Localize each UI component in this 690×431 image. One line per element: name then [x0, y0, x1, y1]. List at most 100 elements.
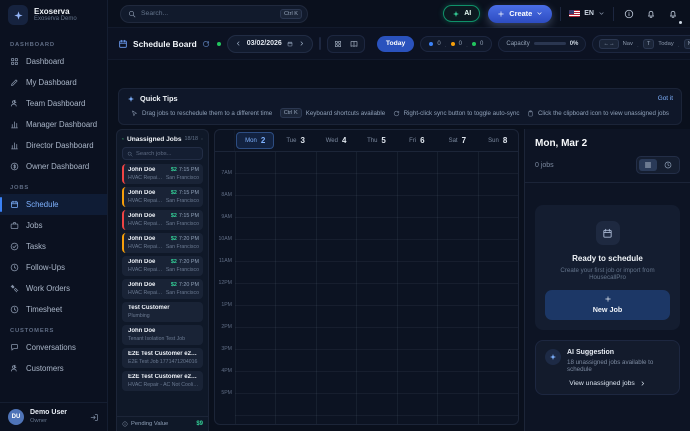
grid-layout-button[interactable]: [331, 38, 345, 50]
timeline-view-button[interactable]: [659, 159, 677, 171]
sync-button-icon[interactable]: [202, 40, 210, 48]
sidebar-item-tasks[interactable]: Tasks: [0, 236, 107, 257]
tip-drag: Drag jobs to reschedule them to a differ…: [131, 110, 272, 117]
day-column-sat[interactable]: [437, 152, 477, 424]
new-job-button[interactable]: New Job: [545, 290, 670, 320]
main-area: Ctrl K AI Create EN: [108, 0, 690, 431]
divider: [613, 7, 614, 21]
jobs-search-input[interactable]: [136, 151, 198, 157]
sidebar-item-schedule[interactable]: Schedule: [0, 194, 107, 215]
week-view-tab[interactable]: Week view: [320, 38, 321, 49]
separator: [466, 35, 468, 53]
sidebar-item-dashboard[interactable]: Dashboard: [0, 51, 107, 72]
brand-logo-icon: [8, 5, 28, 25]
sidebar-item-customers[interactable]: Customers: [0, 358, 107, 379]
chevron-right-icon: [639, 380, 646, 387]
job-card[interactable]: John Doe Tenant Isolation Test Job: [122, 325, 203, 345]
day-column-fri[interactable]: [397, 152, 437, 424]
sidebar-item-owner-dashboard[interactable]: Owner Dashboard: [0, 156, 107, 177]
ai-suggestion-title: AI Suggestion: [567, 349, 670, 356]
day-header-tue[interactable]: Tue3: [276, 132, 314, 149]
job-card[interactable]: John Doe$27:15 PM HVAC Repair 1771470957…: [122, 210, 203, 230]
bell-icon: [668, 9, 678, 19]
list-view-button[interactable]: [639, 159, 657, 171]
ctrl-k-badge: Ctrl K: [280, 108, 302, 118]
got-it-button[interactable]: Got it: [658, 95, 673, 102]
logout-icon[interactable]: [90, 413, 99, 422]
sidebar-item-manager-dashboard[interactable]: Manager Dashboard: [0, 114, 107, 135]
day-header-mon[interactable]: Mon2: [236, 132, 274, 149]
job-card[interactable]: E2E Test Customer e2e-cust-17714... E2E …: [122, 348, 203, 368]
chevron-down-icon: [598, 10, 605, 17]
job-card[interactable]: John Doe$27:20 PM HVAC Repair 1771471206…: [122, 279, 203, 299]
view-unassigned-link[interactable]: View unassigned jobs: [545, 380, 670, 387]
day-column-thu[interactable]: [356, 152, 396, 424]
job-card[interactable]: Test Customer Plumbing: [122, 302, 203, 322]
clipboard-icon: [122, 135, 124, 143]
day-header-sun[interactable]: Sun8: [479, 132, 517, 149]
tip-shortcuts: Ctrl KKeyboard shortcuts available: [280, 108, 385, 118]
ai-suggestion-text: 18 unassigned jobs available to schedule: [567, 359, 670, 373]
day-header-fri[interactable]: Fri6: [398, 132, 436, 149]
job-card[interactable]: John Doe$27:15 PM HVAC Repair 1771470957…: [122, 187, 203, 207]
ai-button[interactable]: AI: [443, 5, 480, 22]
sidebar-item-follow-ups[interactable]: Follow-Ups: [0, 257, 107, 278]
job-card[interactable]: John Doe$27:20 PM HVAC Repair 1771471206…: [122, 233, 203, 253]
unassigned-jobs-panel: Unassigned Jobs 18/18 John Doe$27:15 PM …: [116, 129, 209, 431]
today-button[interactable]: Today: [377, 36, 415, 52]
language-selector[interactable]: EN: [569, 10, 605, 17]
calendar-columns: [235, 152, 518, 424]
pending-value-amount: $9: [196, 421, 203, 427]
calendar-icon: [118, 39, 128, 49]
sidebar-item-director-dashboard[interactable]: Director Dashboard: [0, 135, 107, 156]
tip-sync: Right-click sync button to toggle auto-s…: [393, 110, 520, 117]
status-legend: 0 0 0: [420, 36, 492, 52]
global-search[interactable]: Ctrl K: [120, 5, 308, 23]
help-button[interactable]: [622, 7, 636, 21]
empty-state-title: Ready to schedule: [572, 254, 643, 263]
week-calendar: Mon2 Tue3 Wed4 Thu5 Fri6 Sat7 Sun8 6AM 7…: [214, 129, 519, 425]
notifications-button[interactable]: [666, 7, 680, 21]
day-column-wed[interactable]: [316, 152, 356, 424]
day-column-mon[interactable]: [235, 152, 275, 424]
map-layout-button[interactable]: [347, 38, 361, 50]
jobs-search[interactable]: [122, 147, 203, 160]
current-date[interactable]: 03/02/2026: [247, 40, 282, 47]
board-row: Unassigned Jobs 18/18 John Doe$27:15 PM …: [114, 129, 690, 431]
sidebar-item-team-dashboard[interactable]: Team Dashboard: [0, 93, 107, 114]
create-button[interactable]: Create: [488, 5, 552, 23]
job-card[interactable]: John Doe$27:20 PM HVAC Repair 1771471206…: [122, 256, 203, 276]
sidebar-item-jobs[interactable]: Jobs: [0, 215, 107, 236]
sidebar-item-conversations[interactable]: Conversations: [0, 337, 107, 358]
dollar-circle-icon: [10, 162, 19, 171]
calendar-icon[interactable]: [287, 41, 293, 47]
day-view-toggle: [636, 156, 680, 174]
info-icon: [624, 9, 634, 19]
user-menu[interactable]: DU Demo User Owner: [0, 402, 107, 431]
chevron-right-icon[interactable]: [298, 40, 305, 47]
empty-state-card: Ready to schedule Create your first job …: [535, 205, 680, 330]
search-input[interactable]: [141, 10, 275, 17]
job-card[interactable]: John Doe$27:15 PM HVAC Repair 1771470957…: [122, 164, 203, 184]
day-header-wed[interactable]: Wed4: [317, 132, 355, 149]
unassigned-job-list[interactable]: John Doe$27:15 PM HVAC Repair 1771470957…: [117, 164, 208, 416]
day-column-sun[interactable]: [478, 152, 518, 424]
plus-icon: [604, 295, 612, 303]
plus-icon: [497, 10, 505, 18]
day-column-tue[interactable]: [275, 152, 315, 424]
day-header-sat[interactable]: Sat7: [438, 132, 476, 149]
chevron-left-icon[interactable]: [235, 40, 242, 47]
schedule-toolbar: Schedule Board 03/02/2026 Week view Mont…: [108, 28, 690, 60]
clock-icon: [10, 305, 19, 314]
brand[interactable]: Exoserva Exoserva Demo: [0, 0, 107, 30]
sidebar-item-work-orders[interactable]: Work Orders: [0, 278, 107, 299]
tip-clipboard: Click the clipboard icon to view unassig…: [527, 110, 669, 117]
day-header-thu[interactable]: Thu5: [357, 132, 395, 149]
clipboard-icon: [527, 110, 534, 117]
close-icon[interactable]: [201, 135, 203, 143]
sidebar-item-my-dashboard[interactable]: My Dashboard: [0, 72, 107, 93]
layout-buttons: [327, 35, 365, 53]
sidebar-item-timesheet[interactable]: Timesheet: [0, 299, 107, 320]
alerts-button[interactable]: [644, 7, 658, 21]
job-card[interactable]: E2E Test Customer e2e-cust-17714... HVAC…: [122, 371, 203, 391]
